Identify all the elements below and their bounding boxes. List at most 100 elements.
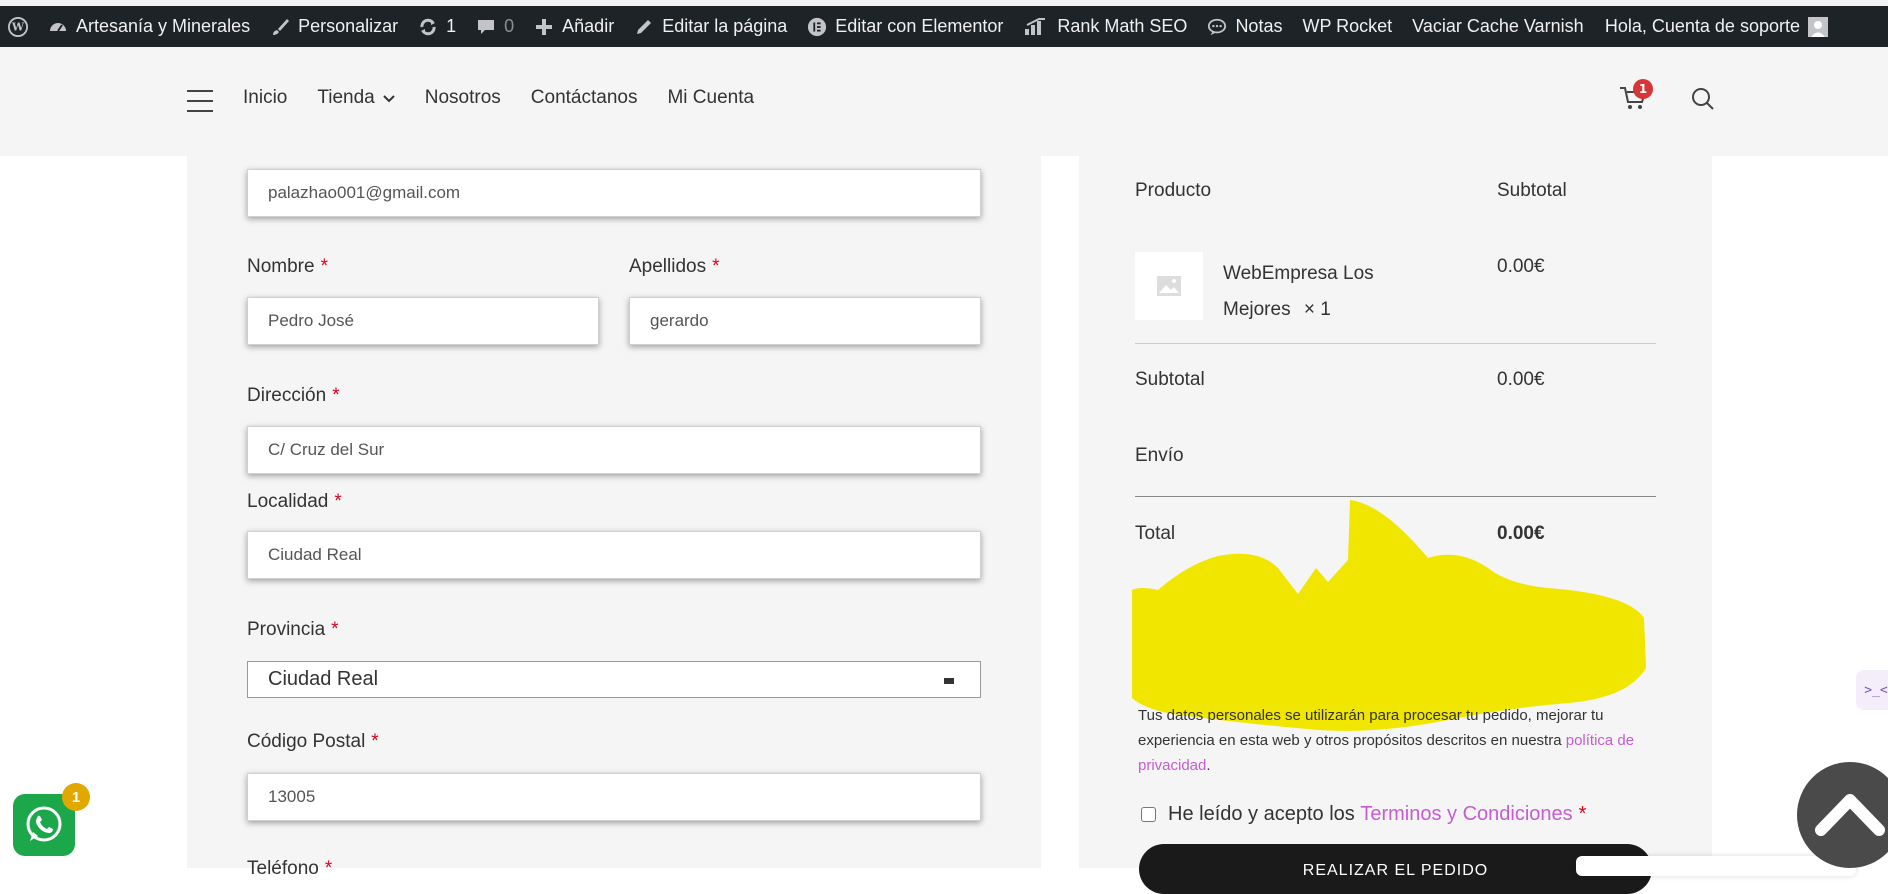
add-new-menu[interactable]: Añadir <box>524 6 624 47</box>
required-mark: * <box>334 491 342 512</box>
first-name-label: Nombre * <box>247 256 328 278</box>
nav-item-tienda[interactable]: Tienda <box>317 87 395 109</box>
privacy-notice: Tus datos personales se utilizarán para … <box>1138 703 1658 778</box>
chat-bubble-icon <box>1207 17 1227 37</box>
city-field[interactable]: Ciudad Real <box>247 531 981 579</box>
address-value: C/ Cruz del Sur <box>268 440 385 459</box>
site-name: Artesanía y Minerales <box>76 16 251 36</box>
city-label: Localidad * <box>247 491 342 513</box>
nav-item-contactanos[interactable]: Contáctanos <box>531 87 638 109</box>
postcode-field[interactable]: 13005 <box>247 773 981 821</box>
product-price: 0.00€ <box>1497 256 1545 277</box>
address-field[interactable]: C/ Cruz del Sur <box>247 426 981 474</box>
image-placeholder-icon <box>1157 276 1181 296</box>
account-greeting: Hola, Cuenta de soporte <box>1604 16 1800 36</box>
notes-link[interactable]: Notas <box>1197 6 1292 47</box>
terms-checkbox[interactable] <box>1141 807 1156 822</box>
terms-text: He leído y acepto los <box>1168 803 1361 825</box>
comments-link[interactable]: 0 <box>466 6 524 47</box>
whatsapp-icon <box>26 806 62 842</box>
label-text: Localidad <box>247 491 329 512</box>
phone-label: Teléfono * <box>247 858 332 880</box>
edit-page-label: Editar la página <box>662 16 788 36</box>
notes-label: Notas <box>1235 16 1283 36</box>
pencil-icon <box>634 17 654 37</box>
place-order-label: REALIZAR EL PEDIDO <box>1302 862 1489 879</box>
refresh-icon <box>418 17 438 37</box>
first-name-value: Pedro José <box>268 311 354 330</box>
shipping-label: Envío <box>1135 445 1184 466</box>
whatsapp-badge: 1 <box>62 783 90 811</box>
last-name-label: Apellidos * <box>629 256 720 278</box>
overlay-popup <box>1576 856 1856 876</box>
postcode-value: 13005 <box>268 787 316 806</box>
product-qty: × 1 <box>1303 299 1331 320</box>
terms-link[interactable]: Terminos y Condiciones <box>1360 803 1572 826</box>
wp-admin-bar: W Artesanía y Minerales Personalizar 1 0… <box>0 6 1888 47</box>
rank-math-menu[interactable]: Rank Math SEO <box>1013 6 1197 47</box>
last-name-field[interactable]: gerardo <box>629 297 981 345</box>
varnish-label: Vaciar Cache Varnish <box>1412 16 1584 36</box>
add-new-label: Añadir <box>562 16 615 36</box>
nav-label: Nosotros <box>424 87 501 108</box>
required-mark: * <box>324 858 333 879</box>
label-text: Nombre <box>247 256 315 277</box>
label-text: Provincia <box>247 619 326 640</box>
wp-rocket-menu[interactable]: WP Rocket <box>1292 6 1402 47</box>
updates-link[interactable]: 1 <box>408 6 466 47</box>
side-tab-widget[interactable]: >_< <box>1856 670 1888 710</box>
divider <box>1135 343 1656 344</box>
account-menu[interactable]: Hola, Cuenta de soporte <box>1595 6 1888 47</box>
plus-icon <box>534 17 554 37</box>
dashboard-icon <box>48 17 68 37</box>
privacy-end: . <box>1206 757 1211 774</box>
comment-icon <box>476 17 496 37</box>
wp-rocket-label: WP Rocket <box>1302 16 1393 36</box>
label-text: Teléfono <box>247 858 319 879</box>
col-subtotal-header: Subtotal <box>1497 180 1567 201</box>
label-text: Apellidos <box>629 256 707 277</box>
label-text: Dirección <box>247 385 327 406</box>
main-nav: Inicio Tienda Nosotros Contáctanos Mi Cu… <box>243 87 784 109</box>
product-name-line2: Mejores <box>1223 299 1291 320</box>
required-mark: * <box>332 385 340 406</box>
scroll-to-top-button[interactable] <box>1797 762 1888 868</box>
edit-elementor-link[interactable]: Editar con Elementor <box>797 6 1013 47</box>
varnish-cache-link[interactable]: Vaciar Cache Varnish <box>1402 6 1593 47</box>
edit-elementor-label: Editar con Elementor <box>835 16 1004 36</box>
privacy-text: Tus datos personales se utilizarán para … <box>1138 707 1604 749</box>
nav-label: Contáctanos <box>530 87 638 108</box>
required-mark: * <box>712 256 720 277</box>
search-icon[interactable] <box>1690 86 1716 112</box>
province-select[interactable]: Ciudad Real <box>247 661 981 698</box>
avatar <box>1808 16 1828 37</box>
nav-item-nosotros[interactable]: Nosotros <box>425 87 501 109</box>
province-label: Provincia * <box>247 619 339 641</box>
nav-item-mi-cuenta[interactable]: Mi Cuenta <box>667 87 754 109</box>
email-field[interactable]: palazhao001@gmail.com <box>247 169 981 217</box>
nav-label: Tienda <box>317 87 375 108</box>
cart-count-badge: 1 <box>1633 79 1653 99</box>
subtotal-label: Subtotal <box>1135 369 1205 390</box>
last-name-value: gerardo <box>650 311 709 330</box>
customize-link[interactable]: Personalizar <box>260 6 408 47</box>
chevron-down-icon <box>383 87 395 109</box>
nav-item-inicio[interactable]: Inicio <box>243 87 287 109</box>
wp-logo-menu[interactable]: W <box>0 6 38 47</box>
label-text: Código Postal <box>247 731 366 752</box>
first-name-field[interactable]: Pedro José <box>247 297 599 345</box>
divider <box>1135 496 1656 497</box>
chevron-up-icon <box>1815 794 1885 836</box>
customize-label: Personalizar <box>298 16 399 36</box>
hamburger-menu-icon[interactable] <box>187 90 213 112</box>
site-name-menu[interactable]: Artesanía y Minerales <box>38 6 260 47</box>
nav-label: Inicio <box>243 87 288 108</box>
edit-page-link[interactable]: Editar la página <box>624 6 797 47</box>
subtotal-value: 0.00€ <box>1497 369 1545 390</box>
col-product-header: Producto <box>1135 180 1212 201</box>
postcode-label: Código Postal * <box>247 731 379 753</box>
svg-text:W: W <box>11 20 25 33</box>
required-mark: * <box>371 731 379 752</box>
nav-label: Mi Cuenta <box>667 87 755 108</box>
city-value: Ciudad Real <box>268 545 362 564</box>
